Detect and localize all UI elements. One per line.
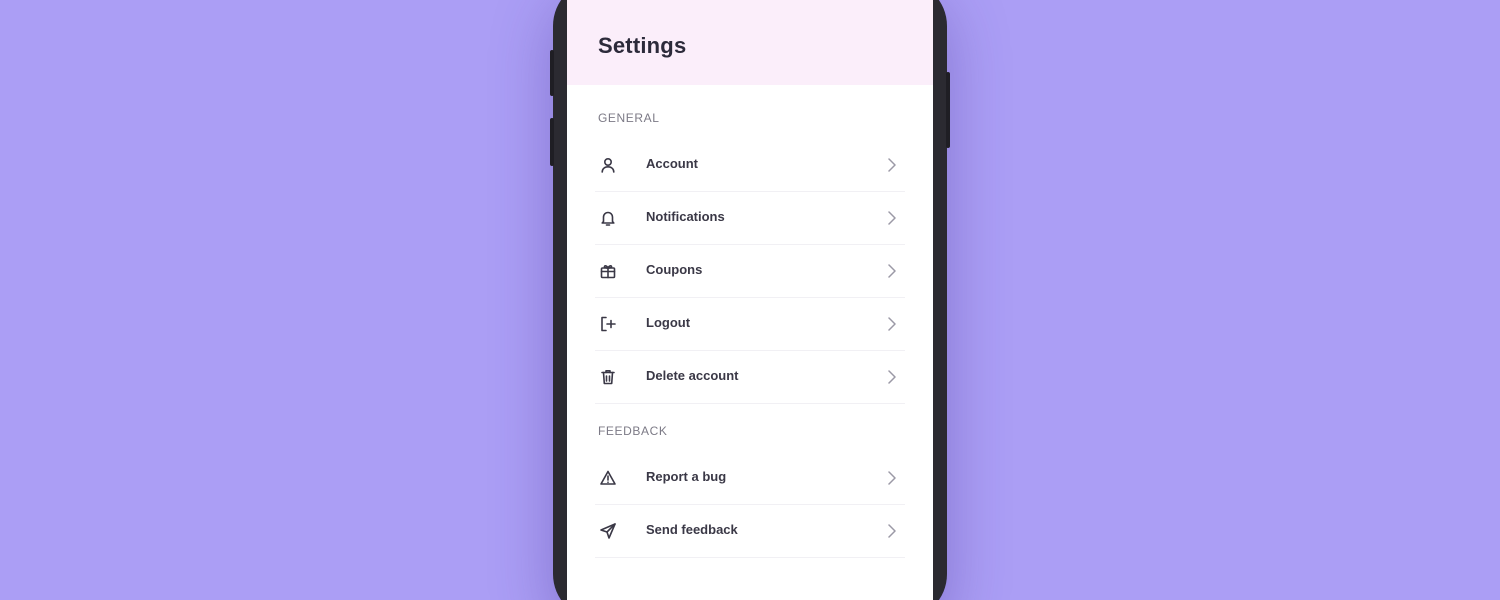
settings-item-account[interactable]: Account bbox=[595, 139, 905, 192]
settings-item-label: Send feedback bbox=[646, 522, 738, 537]
chevron-right-icon bbox=[887, 369, 897, 385]
settings-item-logout[interactable]: Logout bbox=[595, 298, 905, 351]
user-icon bbox=[599, 156, 617, 174]
power-button bbox=[946, 72, 950, 148]
send-icon bbox=[599, 522, 617, 540]
settings-item-report-bug[interactable]: Report a bug bbox=[595, 452, 905, 505]
gift-icon bbox=[599, 262, 617, 280]
settings-item-label: Logout bbox=[646, 315, 691, 330]
chevron-right-icon bbox=[887, 470, 897, 486]
settings-item-delete-account[interactable]: Delete account bbox=[595, 351, 905, 404]
settings-item-label: Account bbox=[646, 156, 698, 171]
page-title: Settings bbox=[598, 33, 687, 58]
volume-down-button bbox=[550, 118, 554, 166]
settings-item-label: Notifications bbox=[646, 209, 725, 224]
logout-icon bbox=[599, 315, 617, 333]
bell-icon bbox=[599, 209, 617, 227]
phone-frame: Settings GENERAL Account Notifications C… bbox=[550, 0, 950, 600]
settings-item-coupons[interactable]: Coupons bbox=[595, 245, 905, 298]
settings-item-send-feedback[interactable]: Send feedback bbox=[595, 505, 905, 558]
volume-up-button bbox=[550, 50, 554, 96]
settings-item-label: Report a bug bbox=[646, 469, 727, 484]
chevron-right-icon bbox=[887, 263, 897, 279]
chevron-right-icon bbox=[887, 210, 897, 226]
chevron-right-icon bbox=[887, 316, 897, 332]
settings-header: Settings bbox=[567, 0, 933, 85]
section-label-feedback: FEEDBACK bbox=[598, 424, 668, 438]
trash-icon bbox=[599, 368, 617, 386]
chevron-right-icon bbox=[887, 523, 897, 539]
settings-item-label: Coupons bbox=[646, 262, 703, 277]
warning-icon bbox=[599, 469, 617, 487]
section-label-general: GENERAL bbox=[598, 111, 660, 125]
settings-screen: Settings GENERAL Account Notifications C… bbox=[567, 0, 933, 600]
chevron-right-icon bbox=[887, 157, 897, 173]
background-canvas: Settings GENERAL Account Notifications C… bbox=[0, 0, 1500, 600]
settings-item-notifications[interactable]: Notifications bbox=[595, 192, 905, 245]
settings-item-label: Delete account bbox=[646, 368, 739, 383]
